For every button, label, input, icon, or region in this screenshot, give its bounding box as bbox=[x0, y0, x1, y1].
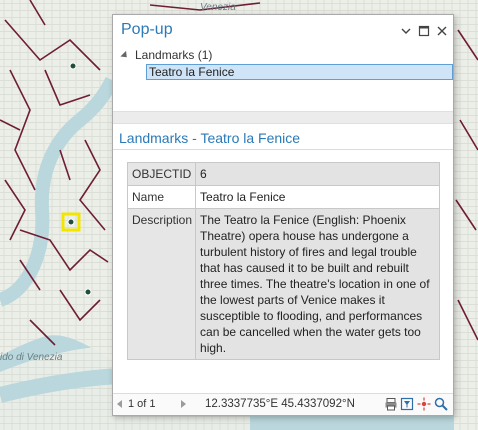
field-name: Description bbox=[126, 208, 197, 360]
attribute-table: OBJECTID 6 Name Teatro la Fenice Descrip… bbox=[126, 162, 440, 360]
field-value: 6 bbox=[195, 162, 440, 186]
tree-layer-node[interactable]: Landmarks (1) bbox=[120, 47, 213, 63]
map-label: Venezia bbox=[200, 2, 236, 13]
coordinates-readout: 12.3337735°E 45.4337092°N bbox=[205, 398, 355, 410]
table-row: Name Teatro la Fenice bbox=[126, 185, 440, 209]
table-row: Description The Teatro la Fenice (Englis… bbox=[126, 208, 440, 360]
zoom-to-icon[interactable] bbox=[434, 397, 448, 411]
tree-layer-label: Landmarks (1) bbox=[135, 48, 213, 62]
divider bbox=[113, 149, 453, 150]
popup-titlebar: Pop-up bbox=[113, 15, 453, 49]
field-value: The Teatro la Fenice (English: Phoenix T… bbox=[195, 208, 440, 360]
landmark-point bbox=[69, 62, 77, 70]
chevron-down-icon[interactable] bbox=[399, 24, 413, 38]
land-area bbox=[80, 0, 478, 14]
map-label: ido di Venezia bbox=[0, 352, 63, 363]
tree-feature-item[interactable]: Teatro la Fenice bbox=[146, 64, 453, 80]
flash-icon[interactable] bbox=[417, 397, 431, 411]
expand-triangle-icon[interactable] bbox=[120, 51, 130, 61]
popup-title: Pop-up bbox=[121, 21, 173, 38]
page-indicator: 1 of 1 bbox=[128, 398, 156, 410]
filter-icon[interactable] bbox=[400, 397, 414, 411]
field-value: Teatro la Fenice bbox=[195, 185, 440, 209]
next-feature-icon[interactable] bbox=[181, 400, 186, 408]
land-area bbox=[0, 0, 112, 360]
field-name: Name bbox=[126, 185, 197, 209]
feature-section-title: Landmarks - Teatro la Fenice bbox=[119, 130, 301, 146]
popup-footer: 1 of 1 12.3337735°E 45.4337092°N bbox=[113, 393, 453, 415]
previous-feature-icon[interactable] bbox=[117, 400, 122, 408]
maximize-icon[interactable] bbox=[417, 24, 431, 38]
landmark-point bbox=[84, 288, 92, 296]
popup-pane: Pop-up Landmarks (1) Teatro la Fenice La… bbox=[112, 14, 454, 416]
table-row: OBJECTID 6 bbox=[126, 162, 440, 186]
selected-feature-point bbox=[67, 218, 75, 226]
pane-splitter[interactable] bbox=[113, 111, 453, 124]
print-icon[interactable] bbox=[384, 397, 398, 411]
close-icon[interactable] bbox=[435, 24, 449, 38]
field-name: OBJECTID bbox=[126, 162, 197, 186]
